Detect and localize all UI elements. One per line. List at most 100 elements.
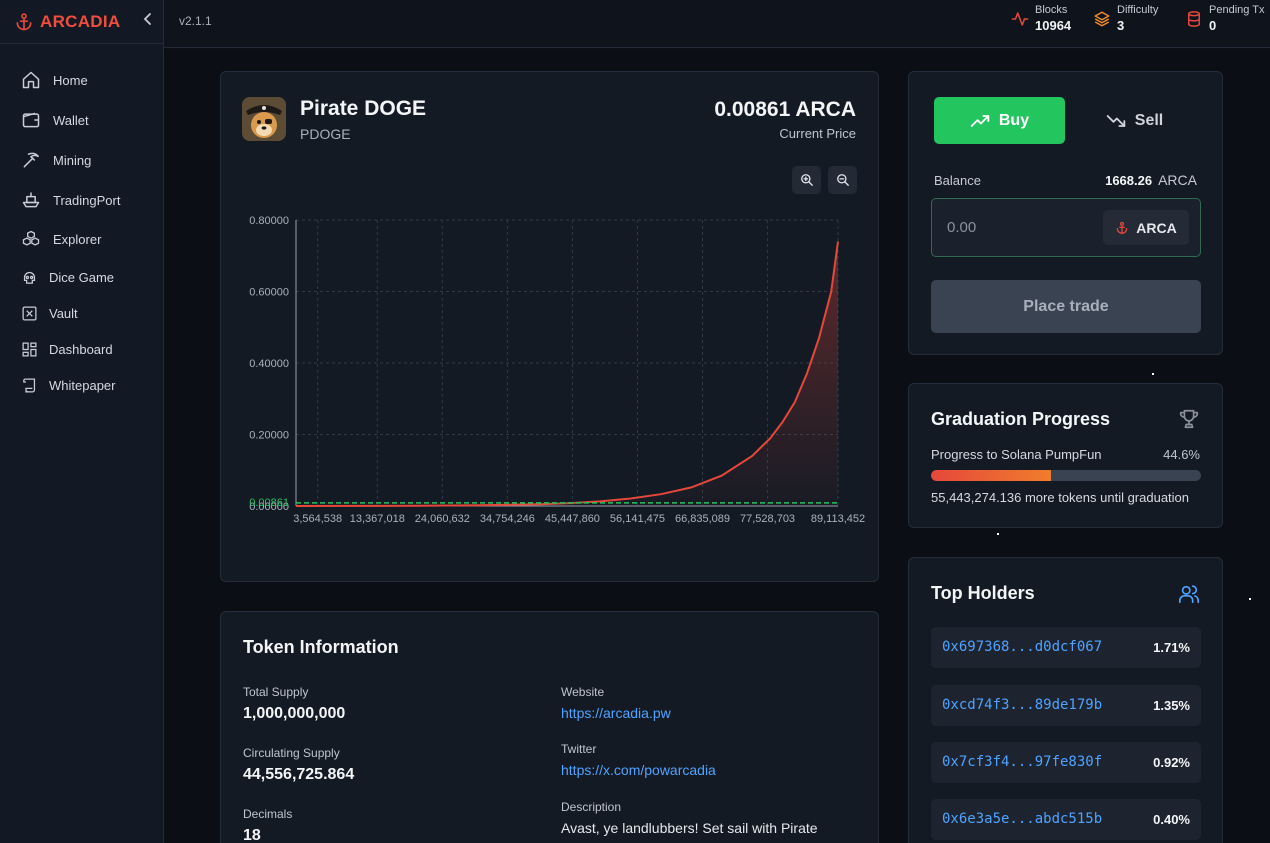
sidebar-item-mining[interactable]: Mining xyxy=(0,142,163,178)
anchor-icon xyxy=(14,12,34,32)
activity-icon xyxy=(1011,10,1029,28)
website-link[interactable]: https://arcadia.pw xyxy=(561,705,671,721)
brand-name[interactable]: ARCADIA xyxy=(40,12,120,32)
balance-unit: ARCA xyxy=(1158,172,1197,188)
sidebar-item-explorer[interactable]: Explorer xyxy=(0,221,163,257)
price-chart[interactable]: 0.000000.200000.400000.600000.80000 3,56… xyxy=(221,202,878,532)
token-info-card: Token Information Total Supply 1,000,000… xyxy=(220,611,879,843)
blocks-stat: Blocks 10964 xyxy=(1011,4,1071,33)
sidebar-item-label: Mining xyxy=(53,152,92,168)
token-chart-card: Pirate DOGE PDOGE 0.00861 ARCA Current P… xyxy=(220,71,879,582)
sidebar-item-dice-game[interactable]: Dice Game xyxy=(0,259,163,295)
sidebar-item-tradingport[interactable]: TradingPort xyxy=(0,182,163,218)
balance-value: 1668.26 ARCA xyxy=(1105,172,1197,188)
sidebar-item-home[interactable]: Home xyxy=(0,62,163,98)
anchor-icon xyxy=(1116,221,1128,234)
users-icon xyxy=(1179,585,1199,604)
decimals-value: 18 xyxy=(243,827,261,843)
vault-icon xyxy=(20,302,38,324)
token-name: Pirate DOGE xyxy=(300,97,427,120)
sidebar-item-dashboard[interactable]: Dashboard xyxy=(0,331,163,367)
sidebar-item-label: Whitepaper xyxy=(49,377,116,393)
sidebar-item-whitepaper[interactable]: Whitepaper xyxy=(0,367,163,403)
place-trade-button[interactable]: Place trade xyxy=(931,280,1201,333)
total-supply-value: 1,000,000,000 xyxy=(243,705,346,722)
version-label: v2.1.1 xyxy=(179,14,212,28)
sidebar-item-label: Vault xyxy=(49,305,78,321)
holder-percent: 1.71% xyxy=(1153,640,1190,655)
holder-address[interactable]: 0x6e3a5e...abdc515b xyxy=(942,811,1102,827)
x-axis: 3,564,538 13,367,018 24,060,632 34,754,246 4… xyxy=(293,513,865,525)
skull-icon xyxy=(20,266,38,288)
blocks-label: Blocks xyxy=(1035,4,1068,16)
wallet-icon xyxy=(20,109,42,131)
balance-amount: 1668.26 xyxy=(1105,173,1153,188)
token-info-title: Token Information xyxy=(243,637,399,657)
amount-input[interactable] xyxy=(933,200,1093,255)
sidebar-item-wallet[interactable]: Wallet xyxy=(0,102,163,138)
holder-row[interactable]: 0xcd74f3...89de179b 1.35% xyxy=(931,685,1201,726)
buy-tab[interactable]: Buy xyxy=(934,97,1065,144)
sidebar-item-label: Home xyxy=(53,72,88,88)
dashboard-icon xyxy=(20,338,38,360)
y-tick-label: 0.60000 xyxy=(249,287,289,299)
twitter-label: Twitter xyxy=(561,742,597,756)
zoom-out-button[interactable] xyxy=(828,166,857,194)
circulating-supply-label: Circulating Supply xyxy=(243,746,340,760)
sidebar-item-vault[interactable]: Vault xyxy=(0,295,163,331)
holder-address[interactable]: 0x7cf3f4...97fe830f xyxy=(942,754,1102,770)
collapse-sidebar-icon[interactable] xyxy=(142,12,154,31)
zoom-in-button[interactable] xyxy=(792,166,821,194)
current-price-label: Current Price xyxy=(779,126,856,141)
y-tick-label: 0.20000 xyxy=(249,430,289,442)
amount-box: ARCA xyxy=(931,198,1201,257)
trending-up-icon xyxy=(970,114,990,127)
x-tick-label: 34,754,246 xyxy=(480,513,535,525)
x-tick-label: 56,141,475 xyxy=(610,513,665,525)
ship-icon xyxy=(20,189,42,211)
holder-percent: 0.40% xyxy=(1153,812,1190,827)
sidebar-item-label: TradingPort xyxy=(53,192,121,208)
twitter-link[interactable]: https://x.com/powarcadia xyxy=(561,762,716,778)
holder-row[interactable]: 0x7cf3f4...97fe830f 0.92% xyxy=(931,742,1201,783)
balance-label: Balance xyxy=(934,173,981,188)
token-symbol: PDOGE xyxy=(300,126,351,142)
top-bar: v2.1.1 Blocks 10964 Difficulty 3 Pending… xyxy=(164,0,1270,48)
website-label: Website xyxy=(561,685,605,699)
decimals-label: Decimals xyxy=(243,807,293,821)
graduation-percent: 44.6% xyxy=(1163,447,1200,462)
pending-tx-stat: Pending Tx 0 xyxy=(1185,4,1264,33)
holder-percent: 0.92% xyxy=(1153,755,1190,770)
token-logo xyxy=(242,97,286,141)
sidebar-item-label: Wallet xyxy=(53,112,89,128)
decorative-dot xyxy=(1152,373,1154,375)
currency-selector[interactable]: ARCA xyxy=(1103,210,1189,245)
holder-address[interactable]: 0xcd74f3...89de179b xyxy=(942,697,1102,713)
pending-tx-label: Pending Tx xyxy=(1209,4,1265,16)
sell-tab[interactable]: Sell xyxy=(1069,97,1200,144)
scroll-icon xyxy=(20,374,38,396)
circulating-supply-value: 44,556,725.864 xyxy=(243,766,355,783)
sidebar-item-label: Explorer xyxy=(53,231,102,247)
x-tick-label: 89,113,452 xyxy=(811,513,865,525)
top-holders-card: Top Holders 0x697368...d0dcf067 1.71% 0x… xyxy=(908,557,1223,843)
boxes-icon xyxy=(20,228,42,250)
y-tick-label: 0.40000 xyxy=(249,358,289,370)
holder-percent: 1.35% xyxy=(1153,698,1190,713)
pending-tx-value: 0 xyxy=(1209,18,1217,33)
graduation-progress-fill xyxy=(931,470,1052,481)
current-price-label: 0.00861 xyxy=(249,497,289,509)
graduation-remaining: 55,443,274.136 more tokens until graduat… xyxy=(931,490,1190,505)
brand: ARCADIA xyxy=(0,0,163,44)
sidebar-item-label: Dice Game xyxy=(49,269,115,285)
holder-row[interactable]: 0x697368...d0dcf067 1.71% xyxy=(931,627,1201,668)
x-tick-label: 77,528,703 xyxy=(740,513,795,525)
holder-row[interactable]: 0x6e3a5e...abdc515b 0.40% xyxy=(931,799,1201,840)
pickaxe-icon xyxy=(20,149,42,171)
graduation-title: Graduation Progress xyxy=(931,409,1111,429)
holder-address[interactable]: 0x697368...d0dcf067 xyxy=(942,639,1102,655)
sidebar-item-label: Dashboard xyxy=(49,341,113,357)
x-tick-label: 24,060,632 xyxy=(415,513,470,525)
difficulty-label: Difficulty xyxy=(1117,4,1159,16)
y-tick-label: 0.80000 xyxy=(249,215,289,227)
